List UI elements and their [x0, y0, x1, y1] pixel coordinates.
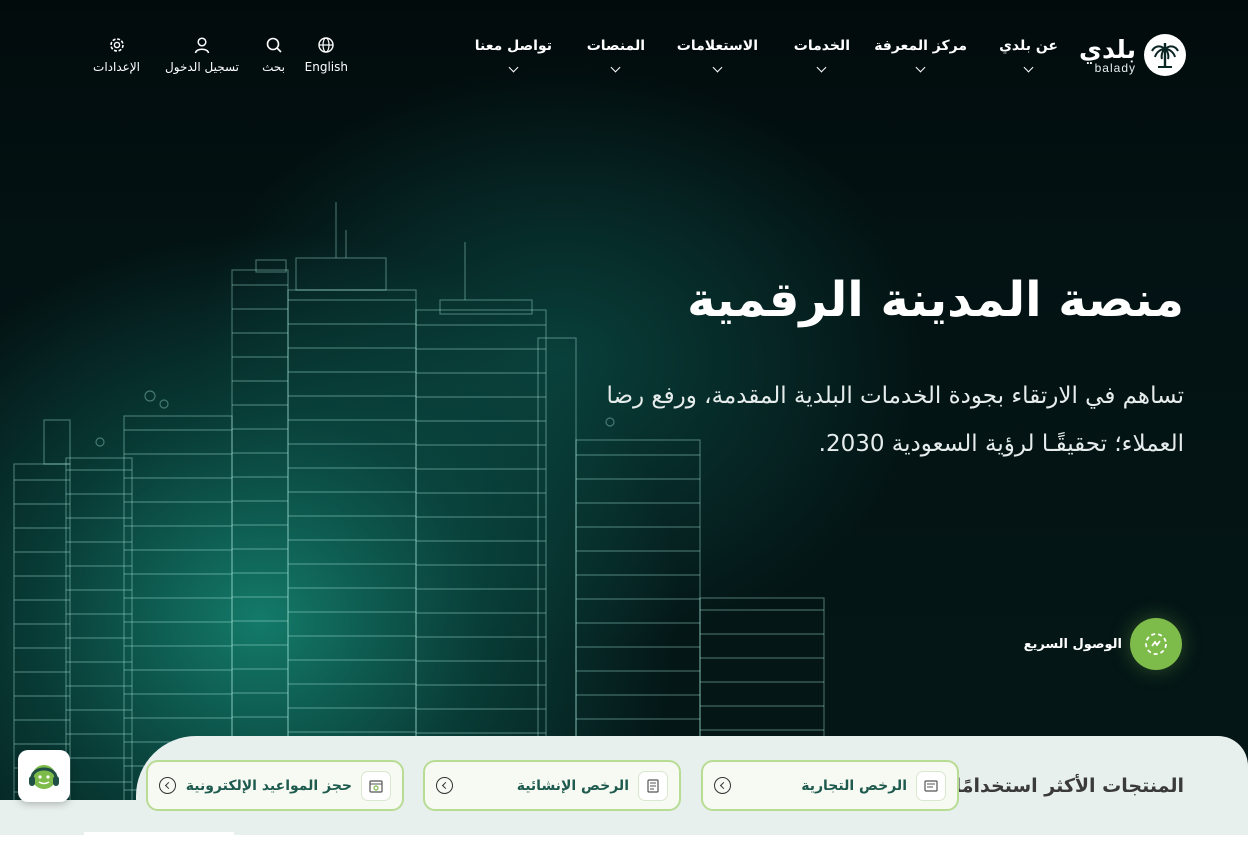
palm-tree-logo-icon — [1144, 34, 1186, 76]
product-card-commercial-licenses[interactable]: الرخص التجارية — [701, 760, 959, 811]
support-headset-icon — [29, 765, 59, 789]
logo-latin-text: balady — [1094, 60, 1136, 75]
product-label: الرخص التجارية — [801, 777, 907, 794]
login-button[interactable]: تسجيل الدخول — [165, 36, 239, 74]
chevron-down-icon — [610, 62, 621, 73]
settings-label: الإعدادات — [93, 60, 140, 74]
hero-title: منصة المدينة الرقمية — [687, 272, 1184, 328]
hero-section: بلدي balady عن بلدي مركز المعرفة الخدمات — [0, 0, 1248, 800]
nav-inquiries[interactable]: الاستعلامات — [676, 38, 758, 73]
commercial-license-icon — [916, 770, 946, 801]
appointment-booking-icon — [361, 770, 391, 801]
user-icon — [194, 37, 210, 54]
gear-icon — [109, 38, 124, 52]
product-label: حجز المواعيد الإلكترونية — [185, 777, 352, 794]
products-strip-left — [0, 800, 140, 835]
construction-license-icon — [638, 770, 668, 801]
product-label: الرخص الإنشائية — [516, 777, 629, 794]
chevron-down-icon — [508, 62, 519, 73]
nav-knowledge-center[interactable]: مركز المعرفة — [874, 38, 967, 73]
nav-contact-us-label: تواصل معنا — [474, 38, 552, 54]
balady-logo[interactable]: بلدي balady — [1079, 34, 1186, 76]
nav-inquiries-label: الاستعلامات — [676, 38, 758, 54]
hero-subtitle: تساهم في الارتقاء بجودة الخدمات البلدية … — [584, 372, 1184, 468]
nav-services-label: الخدمات — [793, 38, 850, 54]
quick-access-label: الوصول السريع — [1023, 636, 1122, 652]
chevron-left-icon — [436, 777, 453, 794]
product-card-appointment-booking[interactable]: حجز المواعيد الإلكترونية — [146, 760, 404, 811]
support-assistant-button[interactable] — [18, 750, 70, 802]
chevron-left-icon — [159, 777, 176, 794]
search-icon — [266, 37, 282, 53]
globe-icon — [318, 37, 335, 53]
most-used-products-title: المنتجات الأكثر استخدامًا — [954, 775, 1184, 797]
nav-about-balady-label: عن بلدي — [999, 38, 1058, 54]
logo-arabic-text: بلدي — [1079, 34, 1136, 64]
hero-subtitle-line-1: تساهم في الارتقاء بجودة الخدمات البلدية … — [606, 383, 1184, 409]
quick-access-button[interactable]: الوصول السريع — [1024, 618, 1182, 670]
language-switch[interactable]: English — [305, 36, 348, 74]
chevron-down-icon — [915, 62, 926, 73]
chevron-down-icon — [816, 62, 827, 73]
nav-contact-us[interactable]: تواصل معنا — [474, 38, 552, 73]
nav-platforms-label: المنصات — [586, 38, 645, 54]
top-navigation-bar: بلدي balady عن بلدي مركز المعرفة الخدمات — [0, 0, 1248, 95]
hero-subtitle-line-2: العملاء؛ تحقيقًـا لرؤية السعودية 2030. — [818, 431, 1184, 457]
nav-services[interactable]: الخدمات — [793, 38, 850, 73]
nav-about-balady[interactable]: عن بلدي — [999, 38, 1058, 73]
quick-access-icon — [1130, 618, 1182, 670]
product-card-construction-licenses[interactable]: الرخص الإنشائية — [423, 760, 681, 811]
nav-knowledge-center-label: مركز المعرفة — [874, 38, 967, 54]
search-label: بحث — [262, 60, 285, 74]
divider — [84, 832, 234, 835]
chevron-down-icon — [712, 62, 723, 73]
nav-platforms[interactable]: المنصات — [586, 38, 645, 73]
language-label: English — [304, 60, 348, 74]
search-button[interactable]: بحث — [262, 36, 285, 74]
chevron-left-icon — [714, 777, 731, 794]
login-label: تسجيل الدخول — [165, 60, 239, 74]
chevron-down-icon — [1023, 62, 1034, 73]
settings-button[interactable]: الإعدادات — [93, 36, 140, 74]
